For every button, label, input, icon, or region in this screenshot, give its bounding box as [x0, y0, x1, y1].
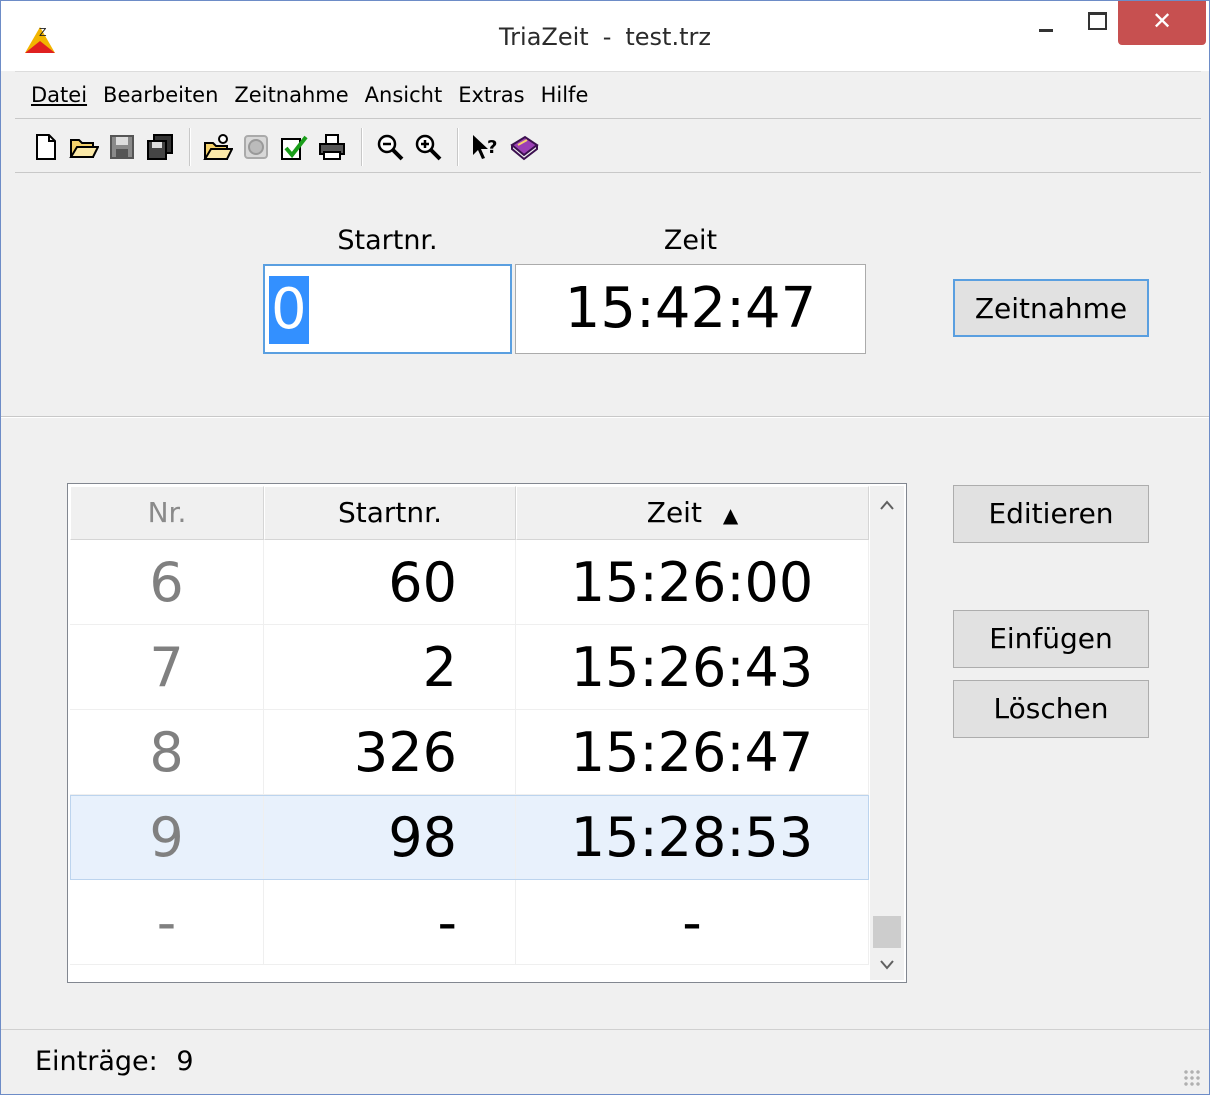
cell-nr: -	[70, 880, 264, 964]
svg-text:?: ?	[487, 137, 497, 158]
table-row-new[interactable]: - - -	[70, 880, 869, 965]
help-pointer-icon[interactable]: ?	[469, 130, 503, 164]
print-icon[interactable]	[315, 130, 349, 164]
new-file-icon[interactable]	[29, 130, 63, 164]
cell-startnr: 2	[264, 625, 516, 709]
toolbar-separator	[361, 127, 363, 166]
sort-ascending-icon: ▲	[722, 503, 739, 527]
startnr-input[interactable]: 0	[263, 264, 512, 354]
table-row-selected[interactable]: 9 98 15:28:53	[70, 795, 869, 880]
cell-startnr: 326	[264, 710, 516, 794]
edit-button[interactable]: Editieren	[953, 485, 1149, 543]
table-row[interactable]: 6 60 15:26:00	[70, 540, 869, 625]
book-icon[interactable]	[507, 130, 541, 164]
cell-startnr: 98	[264, 795, 516, 879]
menu-bearbeiten[interactable]: Bearbeiten	[103, 83, 218, 107]
zoom-out-icon[interactable]	[373, 130, 407, 164]
resize-grip-icon[interactable]	[1183, 1069, 1201, 1087]
menu-datei[interactable]: Datei	[31, 83, 87, 107]
save-all-icon[interactable]	[143, 130, 177, 164]
save-icon[interactable]	[105, 130, 139, 164]
import-icon[interactable]	[201, 130, 235, 164]
entry-count-value: 9	[176, 1046, 194, 1077]
menu-ansicht[interactable]: Ansicht	[365, 83, 443, 107]
cell-zeit: 15:28:53	[516, 795, 869, 879]
check-list-icon[interactable]	[277, 130, 311, 164]
startnr-input-value: 0	[269, 276, 309, 344]
cell-nr: 7	[70, 625, 264, 709]
vertical-scrollbar[interactable]	[870, 486, 904, 980]
zeit-display[interactable]: 15:42:47	[515, 264, 866, 354]
open-folder-icon[interactable]	[67, 130, 101, 164]
zeit-label: Zeit	[663, 225, 718, 256]
delete-button[interactable]: Löschen	[953, 680, 1149, 738]
cell-zeit: -	[516, 880, 869, 964]
table-body: 6 60 15:26:00 7 2 15:26:43 8 326 15:26:4…	[70, 540, 869, 965]
toolbar-separator	[189, 127, 191, 166]
title-bar[interactable]: Z TriaZeit - test.trz	[1, 1, 1209, 71]
zoom-in-icon[interactable]	[411, 130, 445, 164]
menu-zeitnahme[interactable]: Zeitnahme	[234, 83, 348, 107]
table-row[interactable]: 7 2 15:26:43	[70, 625, 869, 710]
minimize-button[interactable]	[1025, 1, 1069, 45]
close-button[interactable]	[1118, 1, 1206, 45]
scrollbar-thumb[interactable]	[873, 916, 901, 948]
cell-startnr: 60	[264, 540, 516, 624]
menu-extras[interactable]: Extras	[458, 83, 524, 107]
cell-zeit: 15:26:00	[516, 540, 869, 624]
cell-startnr: -	[264, 880, 516, 964]
table-row[interactable]: 8 326 15:26:47	[70, 710, 869, 795]
column-header-zeit-label: Zeit	[646, 496, 702, 529]
entry-count-label: Einträge:	[35, 1046, 158, 1077]
toolbar: ?	[15, 121, 1201, 173]
column-header-nr[interactable]: Nr.	[70, 486, 264, 540]
section-divider	[1, 416, 1209, 418]
zeitnahme-button[interactable]: Zeitnahme	[953, 279, 1149, 337]
app-window: Z TriaZeit-test.trz Datei Bearbeiten Zei…	[0, 0, 1210, 1095]
entry-count: Einträge: 9	[35, 1046, 194, 1077]
title-separator: -	[602, 23, 612, 51]
menu-hilfe[interactable]: Hilfe	[541, 83, 589, 107]
table-header: Nr. Startnr. Zeit ▲	[70, 486, 869, 540]
scroll-down-icon[interactable]	[870, 946, 904, 980]
app-name: TriaZeit	[499, 23, 589, 51]
status-bar: Einträge: 9	[1, 1029, 1209, 1095]
cell-nr: 8	[70, 710, 264, 794]
cell-nr: 9	[70, 795, 264, 879]
column-header-startnr[interactable]: Startnr.	[264, 486, 516, 540]
scroll-up-icon[interactable]	[870, 486, 904, 520]
disc-icon[interactable]	[239, 130, 273, 164]
toolbar-separator	[457, 127, 459, 166]
file-name: test.trz	[625, 23, 711, 51]
cell-nr: 6	[70, 540, 264, 624]
startnr-label: Startnr.	[337, 225, 438, 256]
results-table[interactable]: Nr. Startnr. Zeit ▲ 6 60 15:26:00 7 2 15…	[67, 483, 907, 983]
column-header-zeit[interactable]: Zeit ▲	[516, 486, 869, 540]
cell-zeit: 15:26:43	[516, 625, 869, 709]
insert-button[interactable]: Einfügen	[953, 610, 1149, 668]
maximize-button[interactable]	[1075, 1, 1119, 45]
menu-bar: Datei Bearbeiten Zeitnahme Ansicht Extra…	[15, 71, 1201, 119]
cell-zeit: 15:26:47	[516, 710, 869, 794]
